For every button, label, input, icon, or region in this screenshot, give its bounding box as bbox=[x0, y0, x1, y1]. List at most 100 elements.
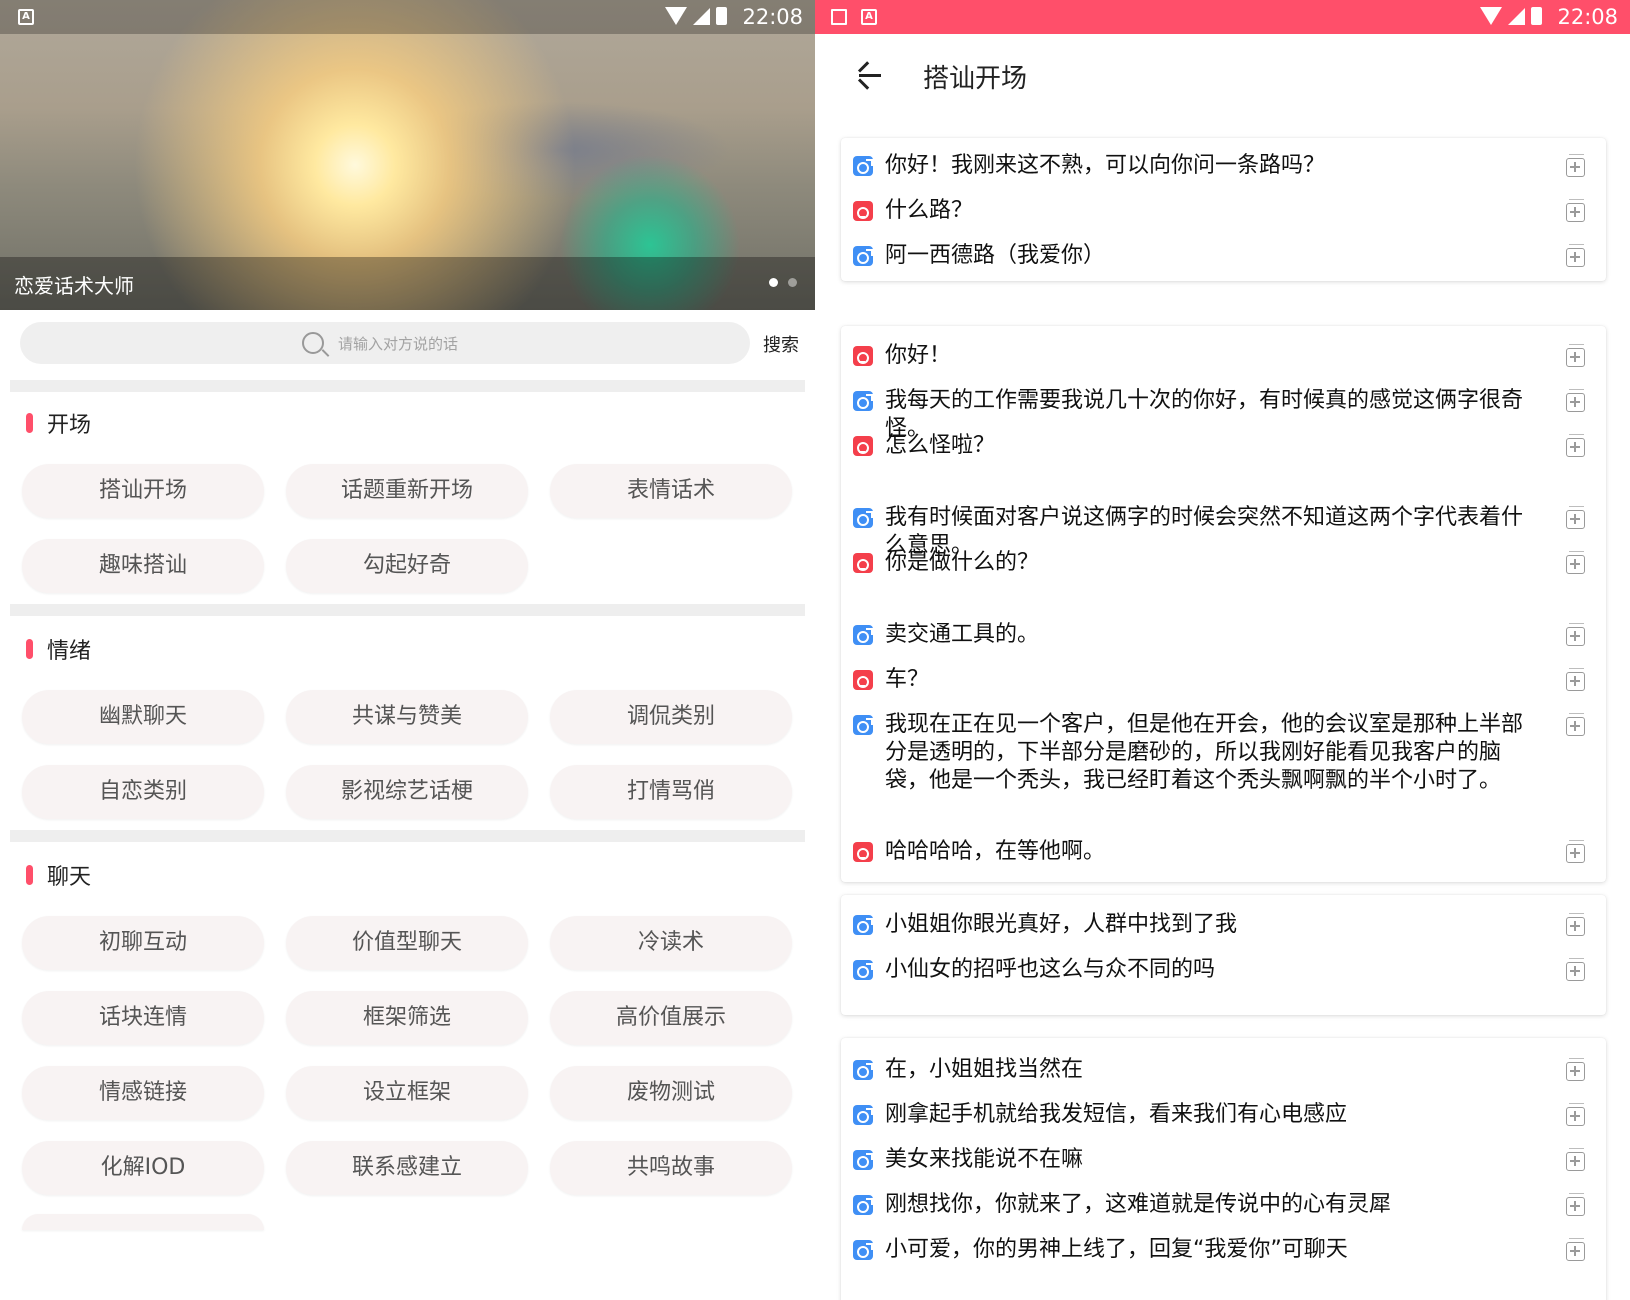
category-chip[interactable]: 调侃类别 bbox=[550, 690, 792, 744]
section-header: 开场 bbox=[26, 408, 91, 438]
dialogue-text: 刚拿起手机就给我发短信，看来我们有心电感应 bbox=[885, 1102, 1348, 1127]
dialogue-text: 在，小姐姐找当然在 bbox=[885, 1057, 1084, 1082]
dialogue-text: 小可爱，你的男神上线了，回复“我爱你”可聊天 bbox=[885, 1237, 1348, 1262]
banner-image[interactable]: 恋爱话术大师 bbox=[0, 0, 815, 310]
back-arrow-icon[interactable] bbox=[857, 61, 883, 90]
category-chip[interactable]: 框架筛选 bbox=[286, 991, 528, 1045]
search-input[interactable]: 请输入对方说的话 bbox=[20, 322, 750, 364]
search-bar: 请输入对方说的话 搜索 bbox=[20, 322, 800, 366]
category-chip[interactable]: 高价值展示 bbox=[550, 991, 792, 1045]
copy-icon[interactable] bbox=[1566, 1058, 1585, 1081]
copy-icon[interactable] bbox=[1566, 154, 1585, 177]
category-chip[interactable]: 初聊互动 bbox=[22, 916, 264, 970]
copy-icon[interactable] bbox=[1566, 623, 1585, 646]
copy-icon[interactable] bbox=[1566, 1103, 1585, 1126]
copy-icon[interactable] bbox=[1566, 199, 1585, 222]
male-icon bbox=[853, 1195, 873, 1215]
female-icon bbox=[853, 436, 873, 456]
male-icon bbox=[853, 1060, 873, 1080]
category-chip-partial[interactable] bbox=[22, 1214, 264, 1230]
status-icons bbox=[665, 7, 727, 25]
category-chip[interactable]: 联系感建立 bbox=[286, 1141, 528, 1195]
copy-icon[interactable] bbox=[1566, 713, 1585, 736]
dialogue-text: 什么路？ bbox=[885, 198, 974, 223]
copy-icon[interactable] bbox=[1566, 506, 1585, 529]
category-chip[interactable]: 废物测试 bbox=[550, 1066, 792, 1120]
copy-icon[interactable] bbox=[1566, 344, 1585, 367]
search-icon bbox=[302, 332, 324, 354]
wifi-icon bbox=[1480, 7, 1502, 25]
category-chip[interactable]: 表情话术 bbox=[550, 464, 792, 518]
copy-icon[interactable] bbox=[1566, 389, 1585, 412]
dialogue-card: 在，小姐姐找当然在 刚拿起手机就给我发短信，看来我们有心电感应 美女来找能说不在嘛刚… bbox=[841, 1038, 1606, 1300]
male-icon bbox=[853, 1240, 873, 1260]
copy-icon[interactable] bbox=[1566, 1193, 1585, 1216]
status-icons bbox=[1480, 7, 1542, 25]
detail-screen: A 22:08 搭讪开场 你好！我刚来这不熟，可以向你问一条路吗？ 什么路？ 阿一西… bbox=[815, 0, 1630, 1300]
banner-caption: 恋爱话术大师 bbox=[14, 274, 134, 298]
section-header: 情绪 bbox=[26, 634, 91, 664]
section-divider bbox=[10, 830, 805, 842]
section-title: 聊天 bbox=[47, 865, 92, 890]
home-screen: 恋爱话术大师 A 22:08 请输入对方说的话 搜索 开场 搭讪开场 话题重新开场表… bbox=[0, 0, 815, 1300]
category-chip[interactable]: 共鸣故事 bbox=[550, 1141, 792, 1195]
male-icon bbox=[853, 715, 873, 735]
dialogue-text: 哈哈哈哈，在等他啊。 bbox=[885, 839, 1106, 864]
status-time: 22:08 bbox=[742, 5, 803, 29]
category-chip[interactable]: 打情骂俏 bbox=[550, 765, 792, 819]
section-divider bbox=[10, 604, 805, 616]
section-title: 开场 bbox=[47, 413, 92, 438]
male-icon bbox=[853, 508, 873, 528]
banner-dot[interactable] bbox=[769, 278, 778, 287]
female-icon bbox=[853, 670, 873, 690]
copy-icon[interactable] bbox=[1566, 958, 1585, 981]
copy-icon[interactable] bbox=[1566, 840, 1585, 863]
category-chip[interactable]: 搭讪开场 bbox=[22, 464, 264, 518]
category-chip[interactable]: 自恋类别 bbox=[22, 765, 264, 819]
wifi-icon bbox=[665, 7, 687, 25]
signal-icon bbox=[1508, 7, 1525, 25]
dialogue-text: 你是做什么的？ bbox=[885, 550, 1040, 575]
banner-dot[interactable] bbox=[788, 278, 797, 287]
copy-icon[interactable] bbox=[1566, 1148, 1585, 1171]
copy-icon[interactable] bbox=[1566, 434, 1585, 457]
category-chip[interactable]: 话块连情 bbox=[22, 991, 264, 1045]
dialogue-card: 小姐姐你眼光真好，人群中找到了我 小仙女的招呼也这么与众不同的吗 bbox=[841, 895, 1606, 1015]
category-chip[interactable]: 趣味搭讪 bbox=[22, 539, 264, 593]
search-button[interactable]: 搜索 bbox=[763, 331, 799, 357]
dialogue-text: 刚想找你，你就来了，这难道就是传说中的心有灵犀 bbox=[885, 1192, 1392, 1217]
signal-icon bbox=[693, 7, 710, 25]
section-title: 情绪 bbox=[47, 639, 92, 664]
category-chip[interactable]: 话题重新开场 bbox=[286, 464, 528, 518]
category-chip[interactable]: 冷读术 bbox=[550, 916, 792, 970]
category-chip[interactable]: 共谋与赞美 bbox=[286, 690, 528, 744]
dialogue-text: 你好！我刚来这不熟，可以向你问一条路吗？ bbox=[885, 153, 1326, 178]
female-icon bbox=[853, 346, 873, 366]
female-icon bbox=[853, 201, 873, 221]
copy-icon[interactable] bbox=[1566, 1238, 1585, 1261]
category-chip[interactable]: 幽默聊天 bbox=[22, 690, 264, 744]
male-icon bbox=[853, 1105, 873, 1125]
copy-icon[interactable] bbox=[1566, 668, 1585, 691]
app-bar: 搭讪开场 bbox=[815, 34, 1630, 118]
dialogue-card: 你好！ 我每天的工作需要我说几十次的你好，有时候真的感觉这俩字很奇怪。 怎么怪啦？我… bbox=[841, 326, 1606, 882]
dialogue-text: 阿一西德路（我爱你） bbox=[885, 243, 1106, 268]
category-chip[interactable]: 设立框架 bbox=[286, 1066, 528, 1120]
status-time: 22:08 bbox=[1557, 5, 1618, 29]
category-chip[interactable]: 化解IOD bbox=[22, 1141, 264, 1195]
male-icon bbox=[853, 960, 873, 980]
copy-icon[interactable] bbox=[1566, 913, 1585, 936]
category-chip[interactable]: 勾起好奇 bbox=[286, 539, 528, 593]
category-chip[interactable]: 影视综艺话梗 bbox=[286, 765, 528, 819]
female-icon bbox=[853, 553, 873, 573]
category-chip[interactable]: 价值型聊天 bbox=[286, 916, 528, 970]
copy-icon[interactable] bbox=[1566, 244, 1585, 267]
category-chip[interactable]: 情感链接 bbox=[22, 1066, 264, 1120]
dialogue-text: 小姐姐你眼光真好，人群中找到了我 bbox=[885, 912, 1238, 937]
copy-icon[interactable] bbox=[1566, 551, 1585, 574]
section-header: 聊天 bbox=[26, 860, 91, 890]
dialogue-text: 怎么怪啦？ bbox=[885, 433, 996, 458]
section-accent-bar bbox=[26, 639, 33, 659]
dialogue-card: 你好！我刚来这不熟，可以向你问一条路吗？ 什么路？ 阿一西德路（我爱你） bbox=[841, 138, 1606, 281]
battery-icon bbox=[716, 7, 727, 25]
